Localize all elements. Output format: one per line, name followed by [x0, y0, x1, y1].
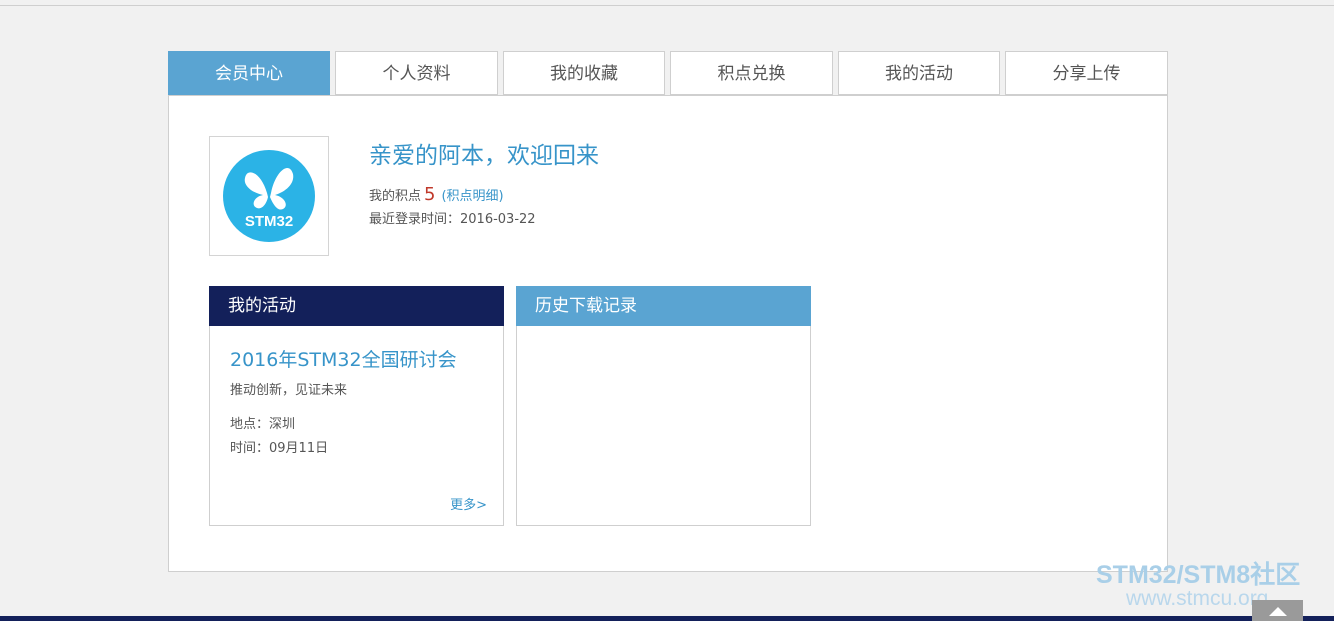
points-detail-link[interactable]: (积点明细) [441, 189, 503, 204]
stm32-butterfly-logo-icon: STM32 [223, 150, 315, 242]
welcome-heading: 亲爱的阿本，欢迎回来 [369, 143, 599, 169]
event-slogan: 推动创新，见证未来 [230, 383, 348, 398]
member-tabs: 会员中心 个人资料 我的收藏 积点兑换 我的活动 分享上传 [168, 51, 1168, 96]
top-divider [0, 5, 1334, 6]
tab-personal-info[interactable]: 个人资料 [335, 51, 498, 95]
points-label: 我的积点 [369, 189, 422, 204]
footer-bar [0, 616, 1334, 621]
arrow-up-icon [1269, 607, 1287, 616]
tab-share-upload[interactable]: 分享上传 [1005, 51, 1168, 95]
tab-member-center[interactable]: 会员中心 [168, 51, 330, 96]
tab-my-favorites[interactable]: 我的收藏 [503, 51, 665, 95]
member-center-panel: STM32 亲爱的阿本，欢迎回来 我的积点 5 (积点明细) 最近登录时间：2016… [168, 95, 1168, 572]
download-history-header: 历史下载记录 [516, 286, 811, 326]
event-time: 时间：09月11日 [230, 441, 329, 456]
avatar: STM32 [209, 136, 329, 256]
watermark-title: STM32/STM8社区 [1096, 561, 1301, 589]
tab-my-activities[interactable]: 我的活动 [838, 51, 1000, 95]
last-login-time: 最近登录时间：2016-03-22 [369, 212, 536, 227]
points-value: 5 [424, 184, 436, 205]
my-activities-header: 我的活动 [209, 286, 504, 326]
tab-points-exchange[interactable]: 积点兑换 [670, 51, 833, 95]
event-place: 地点：深圳 [230, 417, 296, 432]
avatar-logo-text: STM32 [245, 213, 293, 230]
event-title-link[interactable]: 2016年STM32全国研讨会 [230, 345, 457, 372]
more-link[interactable]: 更多> [450, 494, 487, 513]
download-history-card: 历史下载记录 [516, 286, 811, 526]
points-line: 我的积点 5 (积点明细) [369, 184, 504, 205]
my-activities-card: 我的活动 2016年STM32全国研讨会 推动创新，见证未来 地点：深圳 时间：… [209, 286, 504, 526]
back-to-top-button[interactable] [1252, 600, 1303, 621]
